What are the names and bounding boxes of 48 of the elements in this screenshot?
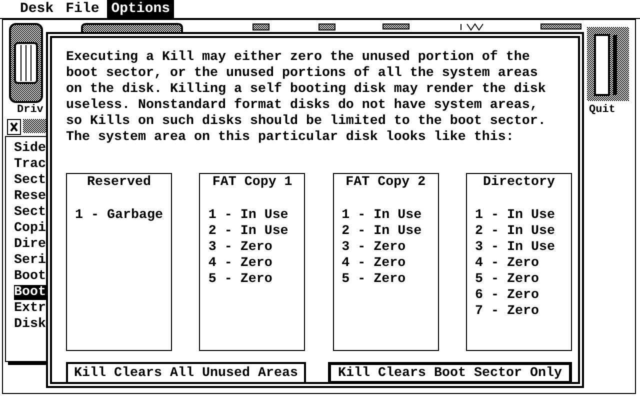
close-icon[interactable] [7,119,21,135]
sector-status: 2 - In Use [340,224,423,240]
message-line: Executing a Kill may either zero the unused portion of the [66,50,531,66]
sector-status: 5 - Zero [207,272,274,288]
list-item[interactable]: Disk [14,317,46,332]
panel-title: FAT Copy 1 [211,175,294,191]
list-item[interactable]: Copi [14,221,46,236]
menu-item[interactable]: Options [107,0,174,18]
panel-title: Directory [482,175,556,191]
list-item[interactable]: Rese [14,189,46,204]
sector-status: 4 - Zero [207,256,274,272]
list-item[interactable]: Boot [14,269,46,284]
quit-label[interactable]: Quit [589,104,616,116]
sector-status: 1 - In Use [474,208,556,224]
sector-status: 5 - Zero [474,272,540,288]
list-item[interactable]: Seri [14,253,46,268]
sector-status: 1 - In Use [207,208,290,224]
list-item[interactable]: Side [14,141,46,156]
drive-icon[interactable] [9,23,43,103]
sector-status: 4 - Zero [340,256,407,272]
list-item[interactable]: Trac [14,157,46,172]
sector-status: 4 - Zero [474,256,540,272]
sector-status: 6 - Zero [474,288,540,304]
list-item[interactable]: Boot [14,285,46,300]
sector-status: 3 - Zero [207,240,274,256]
message-line: boot sector, or the unused portions of all the system areas [66,66,539,82]
list-item[interactable]: Dire [14,237,46,252]
sector-status: 5 - Zero [340,272,407,288]
sector-status: 2 - In Use [207,224,290,240]
sector-status: 3 - In Use [474,240,556,256]
list-item[interactable]: Extr [14,301,46,316]
pattern-icon[interactable] [587,27,629,101]
panel-title: Reserved [86,175,152,191]
sector-status: 3 - Zero [340,240,407,256]
list-item[interactable]: Sect [14,205,46,220]
message-line: The system area on this particular disk looks like this: [66,130,515,146]
list-item[interactable]: Sect [14,173,46,188]
sector-status: 7 - Zero [474,304,540,320]
panel-title: FAT Copy 2 [344,175,427,191]
sector-status: 2 - In Use [474,224,556,240]
sector-status: 1 - Garbage [74,208,164,224]
sector-status: 1 - In Use [340,208,423,224]
kill-button[interactable]: Kill Clears Boot Sector Only [328,362,572,384]
message-line: so Kills on such disks should be limited to the boot sector. [66,114,547,130]
kill-button[interactable]: Kill Clears All Unused Areas [66,362,306,384]
message-line: useless. Nonstandard format disks do not have system areas, [66,98,539,114]
drive-label: Driv [17,104,44,116]
message-line: on the disk. Killing a self booting disk may render the disk [66,82,547,98]
